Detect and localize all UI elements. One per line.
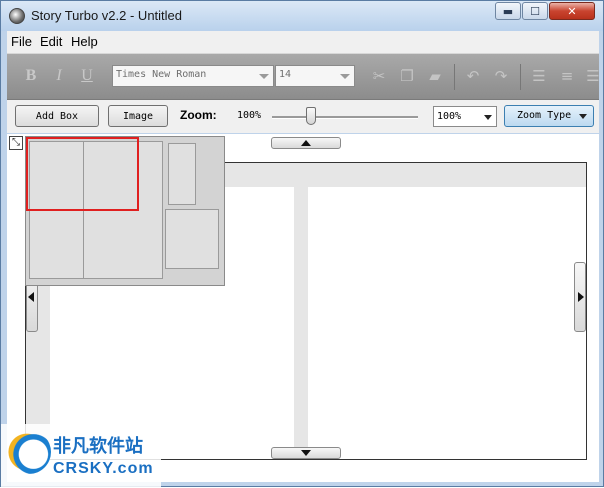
italic-button[interactable]: I [49,66,69,86]
format-toolbar: B I U Times New Roman 14 ✂ ❐ ▰ ↶ ↷ ☰ ≡ ☰ [7,54,600,100]
menu-bar: File Edit Help [7,31,599,54]
undo-icon[interactable]: ↶ [463,66,483,86]
navigator-box [168,143,196,205]
toolbar-separator [454,64,455,90]
page-gutter [294,163,308,459]
redo-icon[interactable]: ↷ [491,66,511,86]
arrow-right-icon [578,292,584,302]
close-button[interactable]: ✕ [549,2,595,20]
toolbar-separator [520,64,521,90]
close-icon: ✕ [567,4,577,18]
align-right-icon[interactable]: ☰ [583,66,603,86]
align-left-icon[interactable]: ☰ [529,66,549,86]
align-center-icon[interactable]: ≡ [557,66,577,86]
add-box-button[interactable]: Add Box [15,105,99,127]
font-family-select[interactable]: Times New Roman [112,65,274,87]
maximize-button[interactable]: ☐ [522,2,548,20]
page-navigator[interactable] [25,136,225,286]
watermark-en: CRSKY.com [53,460,154,477]
menu-file[interactable]: File [11,34,32,49]
font-size-value: 14 [279,69,292,80]
zoom-readout: 100% [237,110,262,121]
navigator-box [165,209,219,269]
chevron-down-icon [259,74,269,79]
font-size-select[interactable]: 14 [275,65,355,87]
zoom-slider-thumb[interactable] [306,107,316,125]
paste-icon[interactable]: ▰ [425,66,445,86]
app-window: Story Turbo v2.2 - Untitled ▬ ☐ ✕ File E… [0,0,604,488]
image-button[interactable]: Image [108,105,168,127]
scroll-right-button[interactable] [574,262,586,332]
cut-icon[interactable]: ✂ [369,66,389,86]
zoom-toolbar: Add Box Image Zoom: 100% 100% Zoom Type [7,100,599,133]
chevron-down-icon [484,115,492,120]
resize-navigator-icon[interactable]: ⤡ [9,136,23,150]
underline-button[interactable]: U [77,66,97,86]
arrow-up-icon [301,140,311,146]
zoom-type-button[interactable]: Zoom Type [504,105,594,127]
crsky-logo-icon [7,430,51,474]
chevron-down-icon [340,74,350,79]
copy-icon[interactable]: ❐ [397,66,417,86]
zoom-select-value: 100% [437,111,462,122]
menu-edit[interactable]: Edit [40,34,62,49]
minimize-button[interactable]: ▬ [495,2,521,20]
maximize-icon: ☐ [530,4,540,18]
app-icon [9,8,25,24]
watermark-cn: 非凡软件站 [53,436,143,457]
arrow-left-icon [28,292,34,302]
bold-button[interactable]: B [21,66,41,86]
arrow-down-icon [301,450,311,456]
scroll-down-button[interactable] [271,447,341,459]
scroll-up-button[interactable] [271,137,341,149]
zoom-type-label: Zoom Type [517,110,572,121]
zoom-slider[interactable] [272,107,418,125]
title-bar[interactable]: Story Turbo v2.2 - Untitled ▬ ☐ ✕ [1,1,603,31]
minimize-icon: ▬ [502,4,514,18]
chevron-down-icon [579,114,587,119]
zoom-label: Zoom: [180,108,217,122]
navigator-viewport[interactable] [26,137,139,211]
watermark-logo: 非凡软件站 CRSKY.com [1,424,161,488]
menu-help[interactable]: Help [71,34,98,49]
font-family-value: Times New Roman [116,69,207,80]
window-title: Story Turbo v2.2 - Untitled [31,8,183,23]
zoom-select[interactable]: 100% [433,106,497,127]
